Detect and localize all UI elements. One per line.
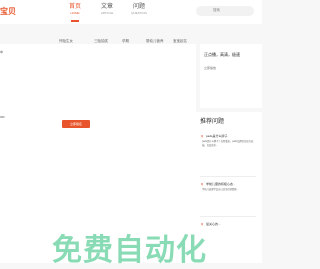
side-promo-card[interactable]: 正点播，高清，极速 立即播放	[200, 44, 262, 108]
question-tag-icon: Q	[201, 135, 203, 138]
section-title: 推荐问题	[200, 119, 225, 125]
divider	[200, 216, 256, 217]
nav-home[interactable]: 首页 HOME	[60, 3, 90, 22]
top-nav-bar: 宝贝 首页 HOME 文章 ARTICLE 问题 QUESTION 搜索	[0, 0, 262, 25]
answer-preview: 学前儿童要学会自己适当控制情绪...	[202, 189, 239, 191]
question-text: pads是什么牌子	[206, 134, 228, 138]
register-button[interactable]: 立即报名	[62, 120, 90, 128]
category-bar: 怀胎生女 三胎抽奖 孕期 婴幼儿营养 宝宝起名	[0, 24, 262, 44]
nav-article-sub: ARTICLE	[100, 11, 114, 15]
content-fragment: 中	[0, 50, 4, 54]
watermark-overlay: 免费自动化	[0, 225, 262, 268]
nav-question-sub: QUESTION	[131, 11, 147, 15]
question-item[interactable]: Q 学前儿童的积极心态..	[200, 182, 235, 187]
nav-question[interactable]: 问题 QUESTION	[124, 3, 154, 16]
promo-subtitle: 立即播放	[204, 66, 217, 70]
nav-home-sub: HOME	[70, 11, 80, 15]
nav-article[interactable]: 文章 ARTICLE	[92, 3, 122, 16]
content-fragment: OR	[0, 115, 5, 119]
divider	[200, 176, 256, 177]
watermark-text: 免费自动化	[52, 233, 207, 268]
question-text: 学前儿童的积极心态..	[206, 182, 235, 186]
nav-article-label: 文章	[100, 4, 113, 10]
nav-question-label: 问题	[132, 4, 145, 10]
question-item[interactable]: Qpads是什么牌子	[200, 134, 228, 139]
search-input[interactable]: 搜索	[196, 6, 254, 16]
answer-preview: pads是什么牌子？在我看来，pads品牌定位较为高端，且品质也...	[202, 141, 254, 147]
nav-home-label: 首页	[68, 4, 81, 10]
site-logo[interactable]: 宝贝	[0, 6, 16, 17]
promo-title: 正点播，高清，极速	[204, 52, 240, 57]
search-placeholder: 搜索	[213, 8, 220, 12]
question-tag-icon: Q	[201, 183, 203, 186]
